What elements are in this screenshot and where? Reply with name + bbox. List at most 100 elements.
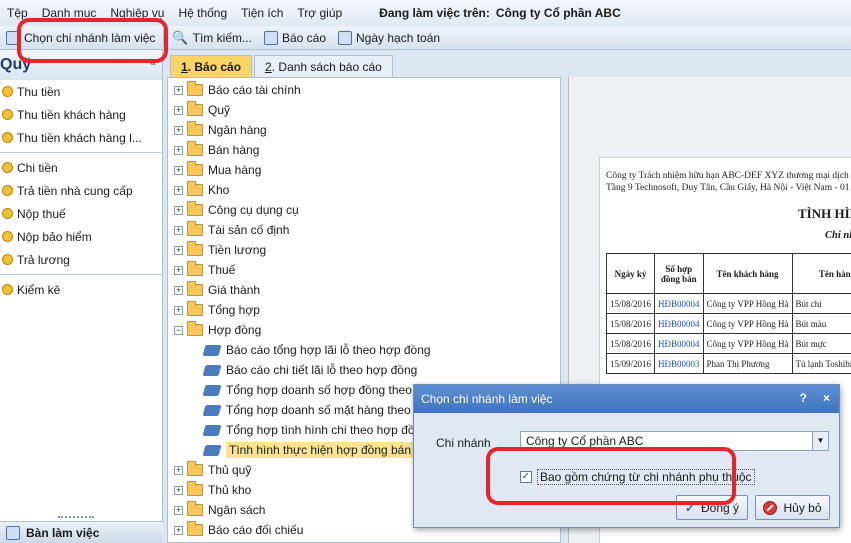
table-cell: Công ty VPP Hồng Hà: [702, 293, 793, 314]
report-button[interactable]: Báo cáo: [258, 27, 332, 49]
table-header-row: Ngày ký Số hợp đồng bán Tên khách hàng T…: [605, 253, 851, 294]
folder-icon: [187, 521, 203, 536]
tree-report[interactable]: Tổng hợp doanh số hợp đồng theo đơn: [202, 380, 436, 400]
nav-item-label: Trả lương: [17, 252, 70, 267]
nav-item-tra-tien-ncc[interactable]: Trả tiền nhà cung cấp: [0, 179, 162, 202]
folder-icon: [187, 261, 203, 276]
contract-link[interactable]: HĐB00004: [654, 313, 704, 334]
expand-icon[interactable]: +: [174, 145, 183, 155]
expand-icon[interactable]: +: [174, 285, 183, 295]
search-button[interactable]: 🔍 Tìm kiếm...: [166, 27, 258, 49]
table-cell: 15/08/2016: [605, 293, 656, 314]
expand-icon[interactable]: +: [174, 85, 183, 95]
column-header: Tên hàng: [791, 253, 851, 294]
expand-icon[interactable]: +: [174, 305, 183, 315]
nav-item-thu-tien-khach-hang-l[interactable]: Thu tiền khách hàng l...: [0, 126, 162, 149]
contract-link[interactable]: HĐB00003: [654, 353, 704, 374]
splitter-grip[interactable]: [58, 516, 94, 519]
close-icon[interactable]: ×: [823, 391, 830, 405]
tree-folder[interactable]: + Ngân hàng: [174, 120, 267, 140]
tree-report[interactable]: Tổng hợp doanh số mặt hàng theo hợp: [202, 400, 435, 420]
tree-folder[interactable]: + Kho: [174, 180, 229, 200]
expand-icon[interactable]: +: [174, 225, 183, 235]
expand-icon[interactable]: +: [174, 505, 183, 515]
contract-link[interactable]: HĐB00004: [654, 333, 704, 354]
folder-icon: [187, 201, 203, 216]
menu-system[interactable]: Hệ thống: [171, 6, 234, 20]
dialog-title-bar[interactable]: Chọn chi nhánh làm việc ? ×: [414, 385, 839, 413]
expand-icon[interactable]: +: [174, 105, 183, 115]
expand-icon[interactable]: +: [174, 125, 183, 135]
tree-folder[interactable]: + Tổng hợp: [174, 300, 260, 320]
tree-folder[interactable]: + Báo cáo đối chiếu: [174, 520, 303, 540]
expand-icon[interactable]: +: [174, 525, 183, 535]
menu-utilities[interactable]: Tiện ích: [234, 6, 290, 20]
tree-folder[interactable]: + Bán hàng: [174, 140, 259, 160]
choose-branch-button[interactable]: Chọn chi nhánh làm việc: [0, 27, 161, 49]
help-icon[interactable]: ?: [800, 391, 807, 405]
include-dependent-checkbox[interactable]: ✓ Bao gồm chứng từ chi nhánh phụ thuộc: [520, 469, 755, 485]
nav-item-nop-bao-hiem[interactable]: Nộp bảo hiểm: [0, 225, 162, 248]
tree-report[interactable]: Tổng hợp tình hình chi theo hợp đồng: [202, 420, 428, 440]
tree-folder[interactable]: + Công cụ dụng cụ: [174, 200, 299, 220]
expand-icon[interactable]: +: [174, 205, 183, 215]
nav-item-kiem-ke[interactable]: Kiểm kê: [0, 278, 162, 301]
tree-folder[interactable]: + Thuế: [174, 260, 235, 280]
nav-item-chi-tien[interactable]: Chi tiền: [0, 156, 162, 179]
include-dependent-label: Bao gồm chứng từ chi nhánh phụ thuộc: [537, 469, 755, 485]
column-header: Số hợp đồng bán: [654, 253, 704, 294]
branch-select[interactable]: Công ty Cổ phần ABC ▼: [520, 431, 829, 451]
tree-report[interactable]: Báo cáo tổng hợp lãi lỗ theo hợp đồng: [202, 340, 431, 360]
nav-item-thu-tien-khach-hang[interactable]: Thu tiền khách hàng: [0, 103, 162, 126]
report-book-icon: [202, 444, 222, 456]
tree-report[interactable]: Báo cáo chi tiết lãi lỗ theo hợp đồng: [202, 360, 417, 380]
expand-icon[interactable]: +: [174, 165, 183, 175]
tree-folder-open[interactable]: − Hợp đồng: [174, 320, 261, 340]
desk-button[interactable]: Bàn làm việc: [0, 516, 163, 543]
tree-label: Giá thành: [208, 283, 261, 297]
expand-icon[interactable]: +: [174, 185, 183, 195]
collapse-icon[interactable]: «: [150, 57, 156, 69]
tree-label: Tổng hợp: [208, 303, 260, 317]
tree-report-selected[interactable]: Tình hình thực hiện hợp đồng bán: [202, 440, 415, 460]
chevron-down-icon[interactable]: ▼: [812, 432, 828, 450]
collapse-icon[interactable]: −: [174, 325, 183, 335]
checkmark-icon: ✓: [684, 500, 696, 515]
tree-folder[interactable]: + Mua hàng: [174, 160, 261, 180]
expand-icon[interactable]: +: [174, 245, 183, 255]
tree-folder[interactable]: + Ngân sách: [174, 500, 265, 520]
menu-file[interactable]: Tệp: [0, 6, 35, 20]
tree-label: Quỹ: [208, 103, 231, 117]
expand-icon[interactable]: +: [174, 485, 183, 495]
folder-icon: [187, 221, 203, 236]
expand-icon[interactable]: +: [174, 265, 183, 275]
tree-folder[interactable]: + Tiền lương: [174, 240, 266, 260]
tab-key: 1: [181, 59, 188, 74]
folder-icon: [187, 281, 203, 296]
search-icon: 🔍: [172, 29, 189, 45]
tree-folder[interactable]: + Quỹ: [174, 100, 230, 120]
cancel-button[interactable]: Hủy bỏ: [755, 495, 830, 520]
menu-operations[interactable]: Nghiệp vụ: [103, 6, 171, 20]
tree-folder[interactable]: + Báo cáo tài chính: [174, 80, 301, 100]
tree-folder[interactable]: + Thủ quỹ: [174, 460, 251, 480]
nav-item-nop-thue[interactable]: Nộp thuế: [0, 202, 162, 225]
menu-catalog[interactable]: Danh mục: [35, 6, 104, 20]
ok-button[interactable]: ✓ Đồng ý: [676, 495, 748, 520]
menu-help[interactable]: Trợ giúp: [290, 6, 349, 20]
contract-link[interactable]: HĐB00004: [654, 293, 704, 314]
checkbox-checked-icon[interactable]: ✓: [520, 471, 532, 483]
nav-item-tra-luong[interactable]: Trả lương: [0, 248, 162, 271]
accounting-date-button[interactable]: Ngày hạch toán: [332, 27, 446, 49]
tree-folder[interactable]: + Giá thành: [174, 280, 260, 300]
toolbar-divider: [163, 28, 165, 47]
expand-icon[interactable]: +: [174, 465, 183, 475]
tree-folder[interactable]: + Thủ kho: [174, 480, 251, 500]
folder-icon: [187, 461, 203, 476]
nav-divider: [0, 152, 162, 153]
nav-item-thu-tien[interactable]: Thu tiền: [0, 80, 162, 103]
tree-folder[interactable]: + Tài sản cố định: [174, 220, 289, 240]
tab-report-list[interactable]: 2. Danh sách báo cáo: [254, 55, 393, 77]
tab-reports[interactable]: 1. Báo cáo: [170, 55, 253, 77]
tab-label: . Danh sách báo cáo: [271, 59, 382, 74]
